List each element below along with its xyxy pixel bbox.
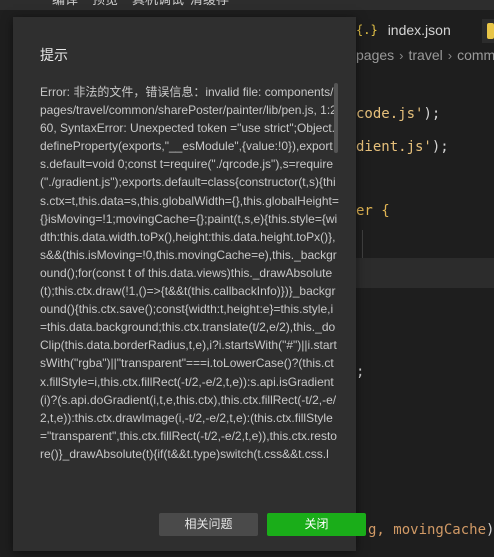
scrollbar-thumb[interactable] xyxy=(334,83,338,153)
error-message: Error: 非法的文件，错误信息：invalid file: componen… xyxy=(40,85,339,461)
error-dialog: 提示 Error: 非法的文件，错误信息：invalid file: compo… xyxy=(13,17,366,551)
dialog-title: 提示 xyxy=(40,47,68,63)
modal-overlay: 提示 Error: 非法的文件，错误信息：invalid file: compo… xyxy=(0,0,494,557)
close-button[interactable]: 关闭 xyxy=(267,513,366,536)
related-issues-button[interactable]: 相关问题 xyxy=(159,513,258,536)
